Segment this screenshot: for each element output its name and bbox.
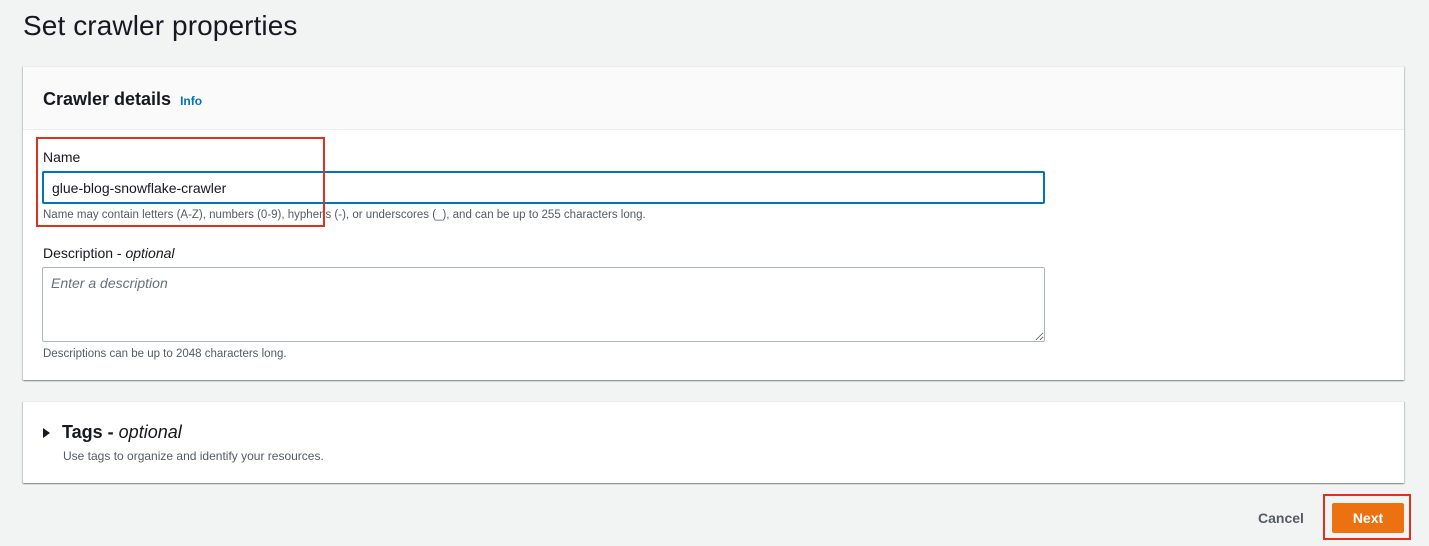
tags-optional-label: optional: [118, 422, 182, 442]
tags-title-text: Tags -: [62, 422, 119, 442]
crawler-details-header: Crawler details Info: [23, 67, 1404, 130]
cancel-button[interactable]: Cancel: [1248, 505, 1314, 531]
description-label-text: Description -: [43, 245, 126, 261]
name-input[interactable]: [42, 171, 1045, 204]
tags-panel: Tags - optional Use tags to organize and…: [23, 401, 1404, 483]
description-input[interactable]: [42, 267, 1045, 342]
name-label: Name: [43, 149, 81, 165]
crawler-details-title: Crawler details: [43, 88, 172, 109]
tags-toggle[interactable]: Tags - optional: [43, 422, 182, 443]
tags-title: Tags - optional: [62, 422, 182, 443]
info-link[interactable]: Info: [180, 94, 202, 108]
caret-right-icon: [43, 428, 50, 438]
description-label: Description - optional: [43, 245, 175, 261]
description-optional-label: optional: [125, 245, 175, 261]
page-title: Set crawler properties: [23, 10, 298, 41]
page: Set crawler properties Crawler details I…: [0, 0, 1429, 546]
crawler-details-panel: Crawler details Info Name Name may conta…: [23, 66, 1404, 380]
description-hint: Descriptions can be up to 2048 character…: [43, 348, 287, 360]
tags-hint: Use tags to organize and identify your r…: [63, 449, 324, 463]
next-button[interactable]: Next: [1332, 503, 1404, 533]
name-hint: Name may contain letters (A-Z), numbers …: [43, 209, 646, 221]
